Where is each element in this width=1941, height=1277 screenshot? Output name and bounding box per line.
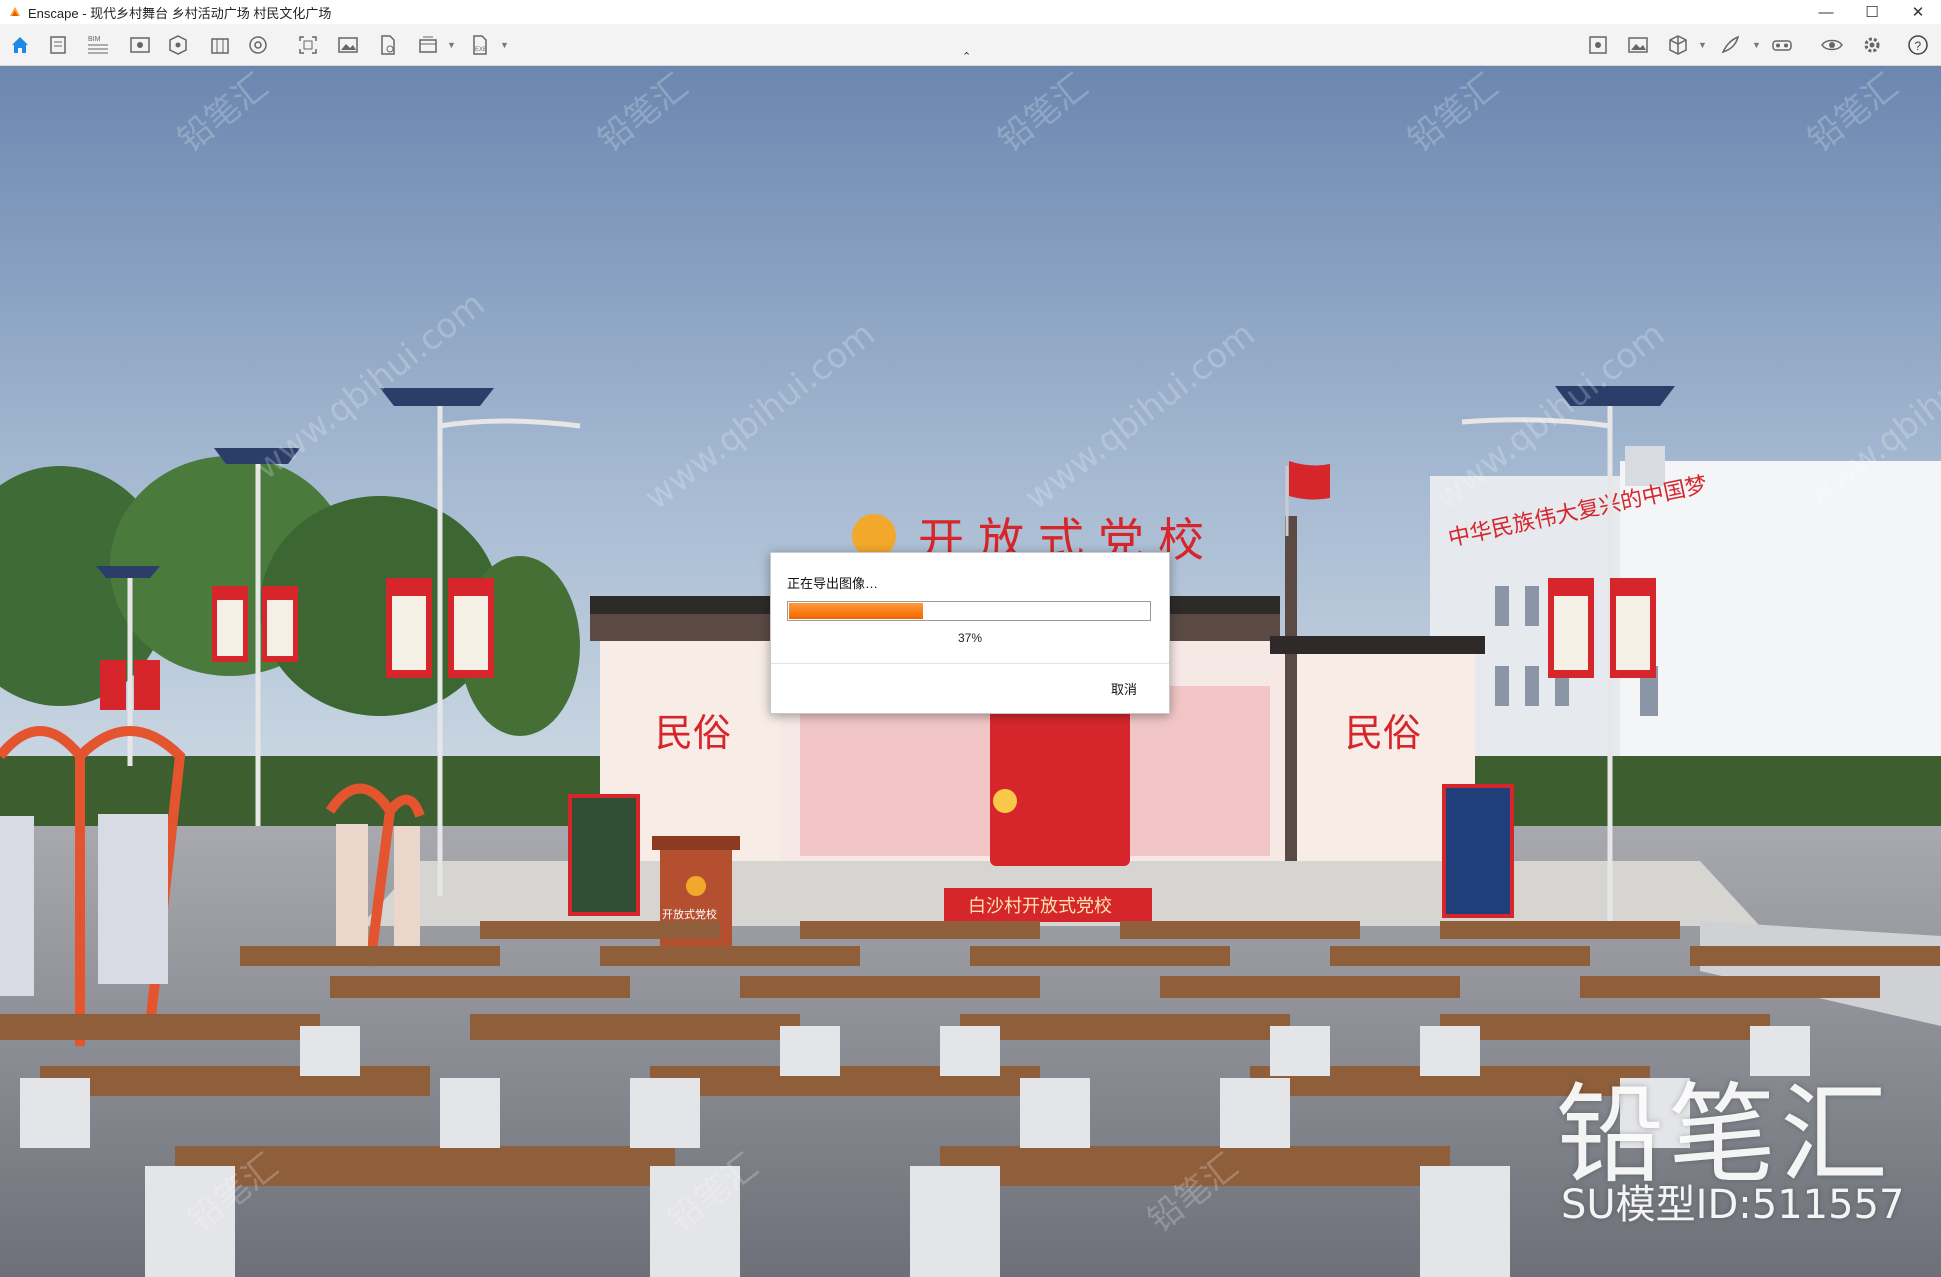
image-icon[interactable] <box>1626 33 1650 57</box>
render-file-icon[interactable] <box>376 33 400 57</box>
cancel-button[interactable]: 取消 <box>1111 679 1137 698</box>
bim-icon[interactable]: BIM <box>86 33 110 57</box>
gear-icon[interactable] <box>1860 33 1884 57</box>
progress-fill <box>789 603 923 619</box>
screenshot-icon[interactable] <box>336 33 360 57</box>
help-icon[interactable]: ? <box>1906 33 1930 57</box>
cube-icon[interactable] <box>1666 33 1690 57</box>
batch-render-dropdown-icon[interactable]: ▼ <box>447 40 456 50</box>
library-icon[interactable] <box>208 33 232 57</box>
stage-banner: 白沙村开放式党校 <box>944 888 1152 922</box>
view-icon[interactable] <box>128 33 152 57</box>
cube-dropdown-icon[interactable]: ▼ <box>1698 40 1707 50</box>
model-id-watermark: SU模型ID:511557 <box>1561 1182 1905 1228</box>
minimize-icon[interactable]: — <box>1803 0 1849 24</box>
batch-render-icon[interactable] <box>416 33 440 57</box>
asset-icon[interactable] <box>166 33 190 57</box>
window-controls: — ☐ ✕ <box>1803 0 1941 24</box>
progress-bar <box>787 601 1151 621</box>
svg-text:BIM: BIM <box>88 36 101 43</box>
collapse-toolbar-icon[interactable]: ⌃ <box>962 50 971 63</box>
office-building: 中华民族伟大复兴的中国梦 <box>1430 446 1941 796</box>
title-bar: Enscape - 现代乡村舞台 乡村活动广场 村民文化广场 — ☐ ✕ <box>0 0 1941 25</box>
export-progress-dialog: 正在导出图像… 37% 取消 <box>770 552 1170 714</box>
dialog-title: 正在导出图像… <box>787 576 879 591</box>
svg-text:民俗: 民俗 <box>1345 711 1421 755</box>
svg-text:白沙村开放式党校: 白沙村开放式党校 <box>968 896 1112 917</box>
svg-text:?: ? <box>1915 39 1922 53</box>
export-exe-icon[interactable]: EXE <box>468 33 492 57</box>
eye-icon[interactable] <box>1820 33 1844 57</box>
feather-icon[interactable] <box>1718 33 1742 57</box>
close-icon[interactable]: ✕ <box>1895 0 1941 24</box>
vr-headset-icon[interactable] <box>1770 33 1794 57</box>
document-icon[interactable] <box>46 33 70 57</box>
progress-percent: 37% <box>957 631 983 645</box>
settings-wheel-icon[interactable] <box>246 33 270 57</box>
sun-icon[interactable] <box>1586 33 1610 57</box>
svg-text:民俗: 民俗 <box>655 711 731 755</box>
enscape-logo-icon <box>10 7 20 16</box>
window-title: Enscape - 现代乡村舞台 乡村活动广场 村民文化广场 <box>28 5 332 21</box>
home-icon[interactable] <box>8 33 32 57</box>
dialog-divider <box>771 663 1169 664</box>
feather-dropdown-icon[interactable]: ▼ <box>1752 40 1761 50</box>
export-dropdown-icon[interactable]: ▼ <box>500 40 509 50</box>
toolbar: BIM ▼ EXE ▼ ⌃ ▼ ▼ ? <box>0 24 1941 66</box>
svg-text:EXE: EXE <box>475 47 487 53</box>
maximize-icon[interactable]: ☐ <box>1849 0 1895 24</box>
svg-text:开放式党校: 开放式党校 <box>662 907 717 921</box>
capture-icon[interactable] <box>296 33 320 57</box>
